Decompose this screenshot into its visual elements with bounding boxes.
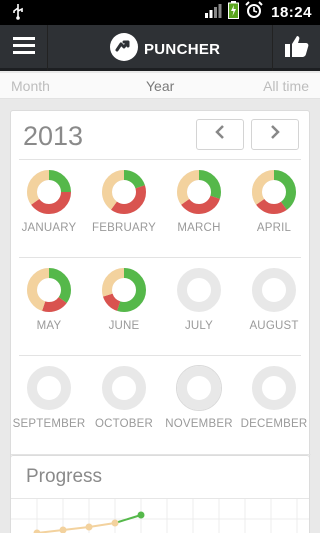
month-donut-chart <box>102 268 146 312</box>
month-label: APRIL <box>256 222 292 234</box>
signal-icon <box>205 3 222 23</box>
month-donut-chart <box>177 170 221 214</box>
next-year-button[interactable] <box>251 119 299 150</box>
progress-point <box>137 511 145 519</box>
period-tabs: Month Year All time <box>0 73 320 99</box>
month-label: DECEMBER <box>240 418 308 430</box>
chevron-left-icon <box>215 125 225 144</box>
previous-year-button[interactable] <box>196 119 244 150</box>
progress-card: Progress <box>10 455 310 533</box>
puncher-logo-icon <box>110 33 138 66</box>
donut-track <box>102 366 146 410</box>
month-donut-chart <box>252 268 296 312</box>
month-february[interactable]: FEBRUARY <box>86 165 162 261</box>
status-bar: 18:24 <box>0 0 320 25</box>
thumbs-up-icon <box>284 35 309 62</box>
tab-year[interactable]: Year <box>146 78 174 94</box>
month-april[interactable]: APRIL <box>236 165 312 261</box>
month-november[interactable]: NOVEMBER <box>161 361 237 457</box>
month-donut-chart <box>102 170 146 214</box>
alarm-icon <box>245 1 263 24</box>
progress-point <box>111 519 119 527</box>
month-donut-chart <box>252 170 296 214</box>
like-button[interactable] <box>272 25 320 71</box>
divider <box>19 159 301 160</box>
donut-track <box>177 366 221 410</box>
month-august[interactable]: AUGUST <box>236 263 312 359</box>
month-march[interactable]: MARCH <box>161 165 237 261</box>
donut-track <box>27 366 71 410</box>
month-july[interactable]: JULY <box>161 263 237 359</box>
month-october[interactable]: OCTOBER <box>86 361 162 457</box>
chevron-right-icon <box>270 125 280 144</box>
progress-point <box>59 526 67 533</box>
tab-all-time[interactable]: All time <box>263 78 309 94</box>
progress-title: Progress <box>26 466 103 487</box>
year-card: 2013 JANUARY FEBRUARY MARCH APRIL MAY JUNE JUL… <box>10 110 312 460</box>
clock-time: 18:24 <box>271 4 312 21</box>
month-donut-chart <box>27 170 71 214</box>
month-donut-chart <box>177 268 221 312</box>
month-may[interactable]: MAY <box>11 263 87 359</box>
month-donut-chart <box>102 366 146 410</box>
month-september[interactable]: SEPTEMBER <box>11 361 87 457</box>
tab-month[interactable]: Month <box>11 78 50 94</box>
progress-point <box>33 529 41 533</box>
month-december[interactable]: DECEMBER <box>236 361 312 457</box>
usb-icon <box>12 4 24 25</box>
month-donut-chart <box>27 268 71 312</box>
month-donut-chart <box>252 366 296 410</box>
menu-button[interactable] <box>0 25 48 71</box>
year-title: 2013 <box>23 121 84 151</box>
battery-icon <box>228 1 240 24</box>
month-june[interactable]: JUNE <box>86 263 162 359</box>
app-logo: PUNCHER <box>110 33 220 66</box>
app-bar: PUNCHER <box>0 25 320 71</box>
app-name: PUNCHER <box>144 41 221 58</box>
donut-track <box>177 268 221 312</box>
progress-point <box>85 523 93 531</box>
month-donut-chart <box>27 366 71 410</box>
month-january[interactable]: JANUARY <box>11 165 87 261</box>
month-donut-chart <box>176 365 222 411</box>
month-label: AUGUST <box>249 320 299 332</box>
progress-chart <box>11 498 309 533</box>
hamburger-icon <box>12 37 35 59</box>
donut-track <box>252 366 296 410</box>
donut-track <box>252 268 296 312</box>
